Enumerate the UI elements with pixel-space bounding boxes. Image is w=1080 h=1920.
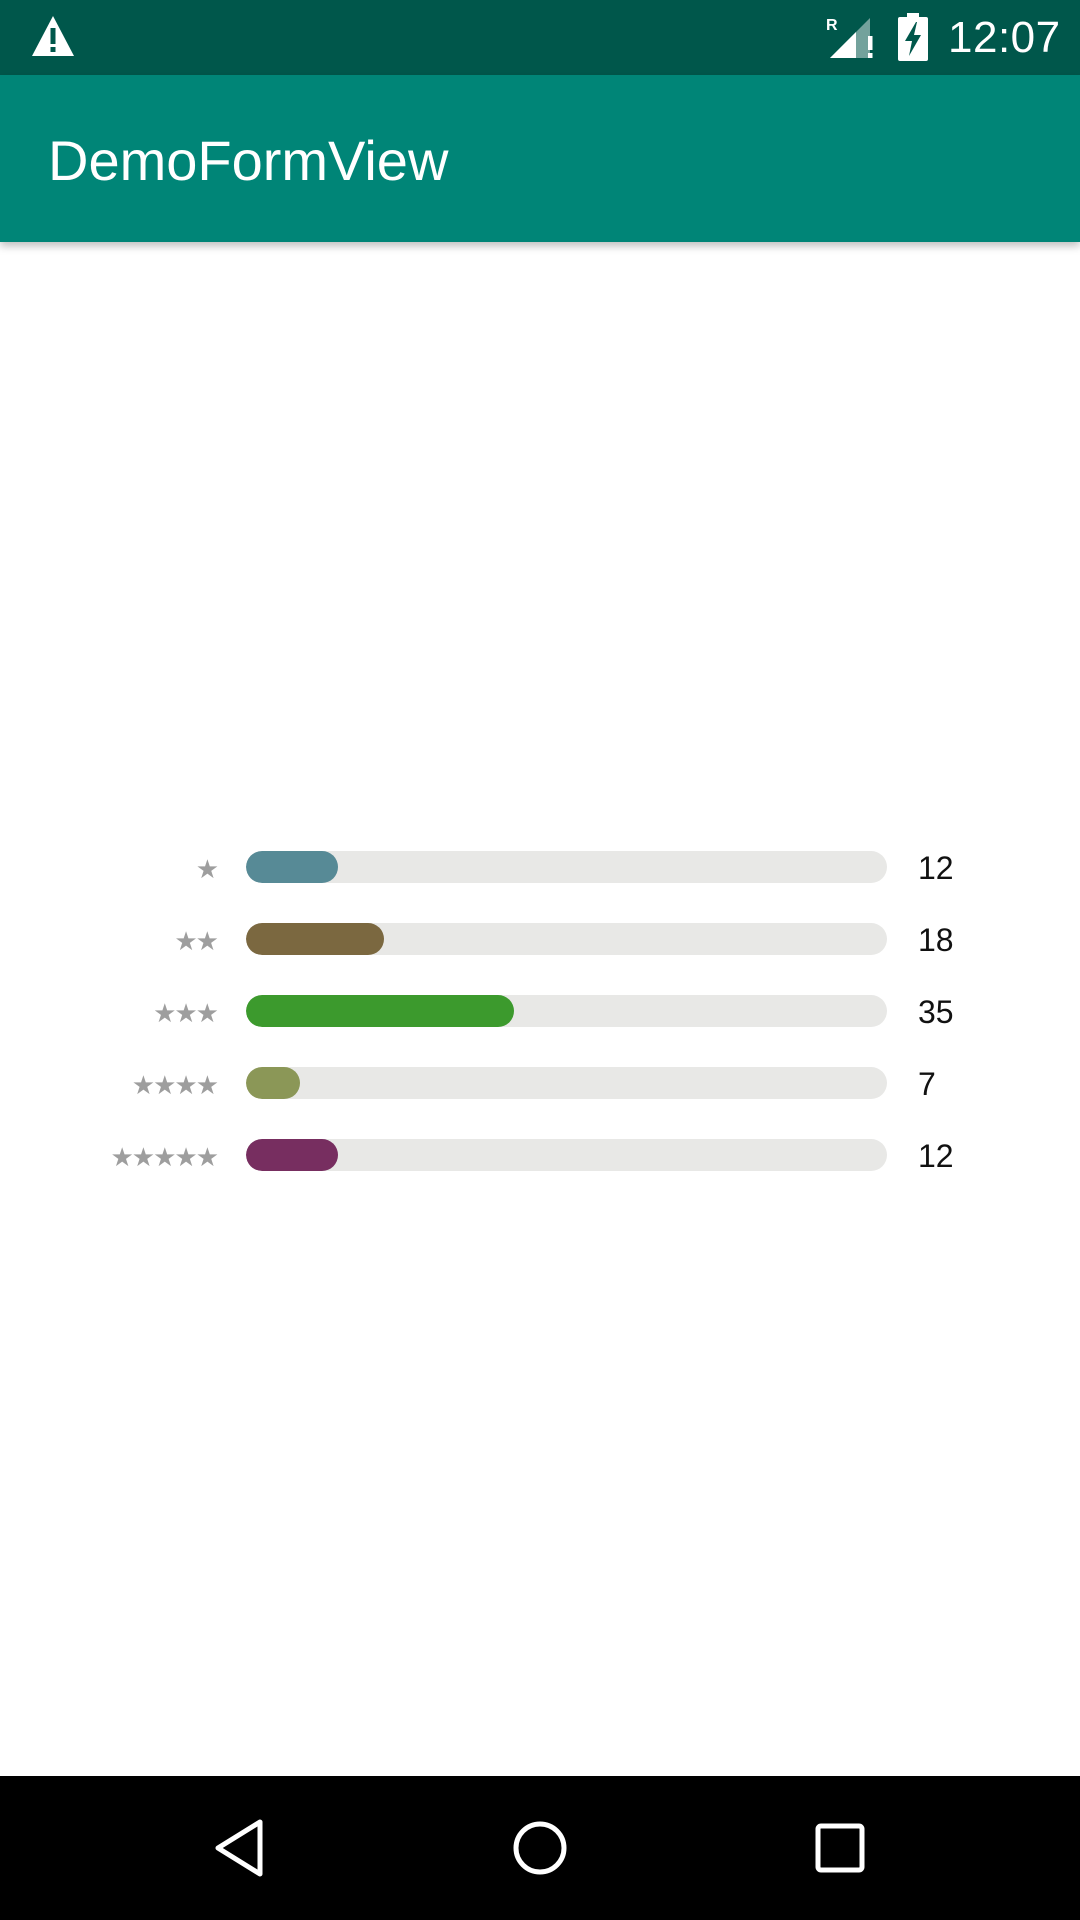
rating-count: 18 xyxy=(918,922,954,958)
star-rating-label: ★★★ xyxy=(153,999,219,1029)
rating-row-2-stars: ★★ 18 xyxy=(0,906,1080,978)
rating-bar-fill xyxy=(246,851,338,883)
rating-bar-track xyxy=(246,923,887,955)
rating-count: 12 xyxy=(918,850,954,886)
status-bar: R 12:07 xyxy=(0,0,1080,75)
rating-bar-fill xyxy=(246,1067,300,1099)
rating-bar-fill xyxy=(246,923,384,955)
star-rating-label: ★ xyxy=(195,855,219,885)
home-icon xyxy=(513,1821,567,1875)
app-title: DemoFormView xyxy=(48,129,449,192)
rating-row-3-stars: ★★★ 35 xyxy=(0,978,1080,1050)
rating-row-4-stars: ★★★★ 7 xyxy=(0,1050,1080,1122)
navigation-bar xyxy=(0,1776,1080,1920)
rating-count: 35 xyxy=(918,994,954,1030)
rating-bar-track xyxy=(246,995,887,1027)
rating-bar-fill xyxy=(246,1139,338,1171)
rating-bar-fill xyxy=(246,995,514,1027)
battery-charging-icon xyxy=(898,13,928,61)
star-rating-label: ★★★★★ xyxy=(110,1143,219,1173)
rating-count: 7 xyxy=(918,1066,936,1102)
star-rating-label: ★★ xyxy=(174,927,219,957)
rating-bar-track xyxy=(246,1067,887,1099)
star-rating-label: ★★★★ xyxy=(131,1071,219,1101)
rating-bar-track xyxy=(246,1139,887,1171)
home-button[interactable] xyxy=(470,1776,610,1920)
rating-count: 12 xyxy=(918,1138,954,1174)
signal-icon: R xyxy=(826,17,873,58)
screen: R 12:07 DemoFormView ★ 12 ★★ 18 ★★★ 35 ★… xyxy=(0,0,1080,1920)
recents-button[interactable] xyxy=(770,1776,910,1920)
roaming-indicator: R xyxy=(826,17,838,34)
rating-row-5-stars: ★★★★★ 12 xyxy=(0,1122,1080,1194)
back-button[interactable] xyxy=(170,1776,310,1920)
recents-icon xyxy=(815,1823,865,1873)
status-time: 12:07 xyxy=(948,13,1061,62)
warning-icon xyxy=(32,16,74,56)
rating-bar-track xyxy=(246,851,887,883)
back-icon xyxy=(215,1819,263,1877)
app-bar: DemoFormView xyxy=(0,75,1080,242)
rating-row-1-star: ★ 12 xyxy=(0,834,1080,906)
